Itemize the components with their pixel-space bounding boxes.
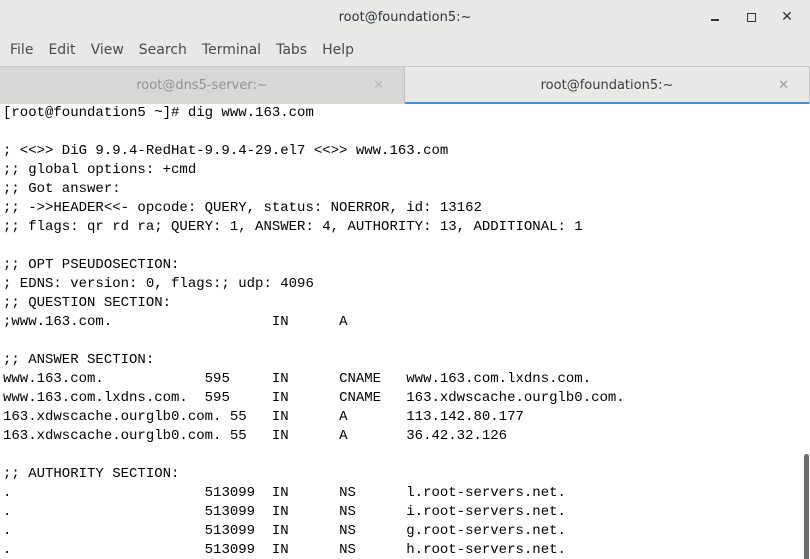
terminal-line: 163.xdwscache.ourglb0.com. 55 IN A 113.1… <box>3 409 524 425</box>
menu-file[interactable]: File <box>3 42 40 58</box>
terminal-line: ;; Got answer: <box>3 181 121 197</box>
terminal-line: [root@foundation5 ~]# dig www.163.com <box>3 105 314 121</box>
terminal-line: ;; AUTHORITY SECTION: <box>3 466 180 482</box>
terminal-line: . 513099 IN NS l.root-servers.net. <box>3 485 566 501</box>
terminal-line: ;; OPT PSEUDOSECTION: <box>3 257 180 273</box>
terminal-line: ; <<>> DiG 9.9.4-RedHat-9.9.4-29.el7 <<>… <box>3 143 449 159</box>
menu-edit[interactable]: Edit <box>41 42 82 58</box>
title-bar[interactable]: root@foundation5:~ ✕ <box>0 0 810 34</box>
menu-terminal[interactable]: Terminal <box>195 42 268 58</box>
terminal-line: ;; ->>HEADER<<- opcode: QUERY, status: N… <box>3 200 482 216</box>
terminal-line: . 513099 IN NS g.root-servers.net. <box>3 523 566 539</box>
menu-tabs[interactable]: Tabs <box>269 42 314 58</box>
terminal-line: www.163.com. 595 IN CNAME www.163.com.lx… <box>3 371 592 387</box>
terminal-line: ;; global options: +cmd <box>3 162 197 178</box>
terminal-text: [root@foundation5 ~]# dig www.163.com ; … <box>0 104 810 559</box>
terminal-line: ; EDNS: version: 0, flags:; udp: 4096 <box>3 276 314 292</box>
minimize-icon <box>711 19 719 21</box>
close-window-button[interactable]: ✕ <box>778 8 796 26</box>
terminal-scrollbar[interactable] <box>803 104 810 559</box>
terminal-output[interactable]: [root@foundation5 ~]# dig www.163.com ; … <box>0 104 810 559</box>
terminal-line: ;; QUESTION SECTION: <box>3 295 172 311</box>
tab-foundation5[interactable]: root@foundation5:~ ✕ <box>404 67 810 105</box>
terminal-line: . 513099 IN NS h.root-servers.net. <box>3 542 566 558</box>
tab-label: root@dns5-server:~ <box>136 78 268 93</box>
close-icon: ✕ <box>781 9 793 25</box>
maximize-icon <box>746 12 756 22</box>
terminal-line: ;www.163.com. IN A <box>3 314 348 330</box>
menu-bar: File Edit View Search Terminal Tabs Help <box>0 34 810 66</box>
tab-bar: root@dns5-server:~ ✕ root@foundation5:~ … <box>0 66 810 105</box>
terminal-line: 163.xdwscache.ourglb0.com. 55 IN A 36.42… <box>3 428 508 444</box>
tab-close-icon[interactable]: ✕ <box>373 78 384 93</box>
scrollbar-thumb[interactable] <box>804 454 809 559</box>
terminal-line: www.163.com.lxdns.com. 595 IN CNAME 163.… <box>3 390 625 406</box>
tab-dns5-server[interactable]: root@dns5-server:~ ✕ <box>0 67 404 104</box>
tab-label: root@foundation5:~ <box>540 78 674 93</box>
minimize-button[interactable] <box>706 8 724 26</box>
menu-search[interactable]: Search <box>132 42 194 58</box>
menu-view[interactable]: View <box>84 42 131 58</box>
window-title: root@foundation5:~ <box>338 9 472 25</box>
tab-close-icon[interactable]: ✕ <box>778 78 789 93</box>
terminal-line: ;; ANSWER SECTION: <box>3 352 155 368</box>
terminal-window: root@foundation5:~ ✕ File Edit View Sear… <box>0 0 810 559</box>
menu-help[interactable]: Help <box>315 42 361 58</box>
terminal-line: . 513099 IN NS i.root-servers.net. <box>3 504 566 520</box>
terminal-line: ;; flags: qr rd ra; QUERY: 1, ANSWER: 4,… <box>3 219 583 235</box>
window-controls: ✕ <box>706 0 796 34</box>
maximize-button[interactable] <box>742 8 760 26</box>
